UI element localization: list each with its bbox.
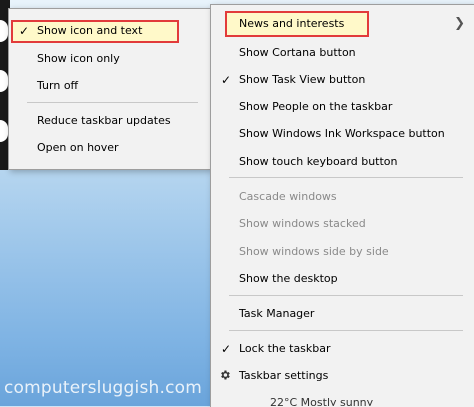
wallpaper-shape (0, 120, 8, 142)
gear-icon (221, 370, 230, 380)
menu-item-label: News and interests (239, 17, 345, 30)
menu-item-label: Cascade windows (239, 190, 337, 203)
menu-item-label: Show windows stacked (239, 217, 366, 230)
menu-item-label: Show the desktop (239, 272, 338, 285)
menu-item-cascade-windows[interactable]: Cascade windows (211, 185, 474, 209)
menu-item-show-windows-ink[interactable]: Show Windows Ink Workspace button (211, 122, 474, 146)
menu-item-label: Reduce taskbar updates (37, 114, 171, 127)
menu-item-show-icon-and-text[interactable]: ✓ Show icon and text (9, 19, 210, 43)
menu-item-label: Turn off (37, 79, 79, 92)
menu-separator (27, 102, 198, 103)
menu-item-label: Show touch keyboard button (239, 155, 398, 168)
menu-separator (229, 330, 463, 331)
menu-item-label: Lock the taskbar (239, 342, 331, 355)
menu-item-label: Open on hover (37, 141, 119, 154)
menu-item-show-icon-only[interactable]: Show icon only (9, 47, 210, 71)
menu-item-label: Show icon and text (37, 24, 143, 37)
menu-item-turn-off[interactable]: Turn off (9, 74, 210, 98)
checkmark-icon: ✓ (221, 73, 232, 87)
checkmark-icon: ✓ (221, 342, 232, 356)
menu-item-show-touch-keyboard[interactable]: Show touch keyboard button (211, 150, 474, 174)
menu-item-taskbar-settings[interactable]: Taskbar settings (211, 364, 474, 388)
menu-item-label: Show windows side by side (239, 245, 389, 258)
menu-item-label: Show Task View button (239, 73, 366, 86)
news-interests-submenu: ✓ Show icon and text Show icon only Turn… (8, 8, 211, 170)
menu-item-open-on-hover[interactable]: Open on hover (9, 136, 210, 160)
wallpaper-shape (0, 70, 8, 92)
menu-item-label: Show icon only (37, 52, 120, 65)
menu-item-label: Taskbar settings (239, 369, 329, 382)
checkmark-icon: ✓ (19, 24, 30, 38)
menu-item-show-the-desktop[interactable]: Show the desktop (211, 267, 474, 291)
menu-item-lock-the-taskbar[interactable]: ✓ Lock the taskbar (211, 337, 474, 361)
menu-item-label: Show People on the taskbar (239, 100, 393, 113)
taskbar-context-menu: News and interests ❯ Show Cortana button… (210, 4, 474, 407)
menu-item-label: Show Cortana button (239, 46, 356, 59)
menu-item-show-windows-stacked[interactable]: Show windows stacked (211, 212, 474, 236)
menu-item-show-people[interactable]: Show People on the taskbar (211, 95, 474, 119)
taskbar-weather-text: 22°C Mostly sunny (270, 396, 374, 406)
menu-separator (229, 295, 463, 296)
wallpaper-shape (0, 20, 8, 42)
menu-item-show-task-view-button[interactable]: ✓ Show Task View button (211, 68, 474, 92)
menu-item-task-manager[interactable]: Task Manager (211, 302, 474, 326)
watermark-text: computersluggish.com (4, 378, 202, 398)
menu-item-label: Show Windows Ink Workspace button (239, 127, 445, 140)
menu-item-label: Task Manager (239, 307, 315, 320)
menu-separator (229, 177, 463, 178)
menu-item-news-and-interests[interactable]: News and interests ❯ (211, 12, 474, 36)
menu-item-show-windows-side-by-side[interactable]: Show windows side by side (211, 240, 474, 264)
chevron-right-icon: ❯ (454, 16, 465, 31)
menu-item-reduce-taskbar-updates[interactable]: Reduce taskbar updates (9, 109, 210, 133)
menu-item-show-cortana-button[interactable]: Show Cortana button (211, 41, 474, 65)
